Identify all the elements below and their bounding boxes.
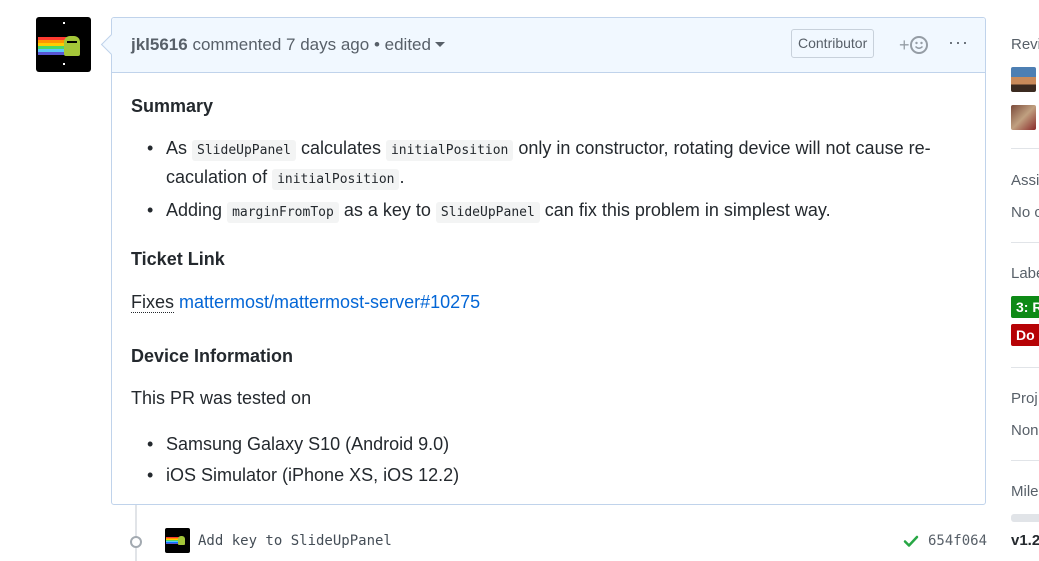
labels-section: Labe bbox=[1011, 265, 1039, 282]
plus-label: + bbox=[899, 35, 910, 55]
comment-box: jkl5616 commented 7 days ago • edited Co… bbox=[111, 17, 986, 505]
divider bbox=[1011, 148, 1039, 149]
inline-code: initialPosition bbox=[272, 169, 400, 190]
inline-code: initialPosition bbox=[385, 140, 514, 161]
labels-heading[interactable]: Labe bbox=[1011, 265, 1039, 282]
text: caculation of bbox=[166, 167, 273, 187]
label-badge[interactable]: 3: R bbox=[1011, 296, 1039, 318]
author-link[interactable]: jkl5616 bbox=[131, 35, 188, 54]
smiley-icon bbox=[909, 36, 928, 54]
ticket-heading: Ticket Link bbox=[131, 249, 225, 269]
avatar-star bbox=[63, 63, 65, 65]
commit-icon bbox=[130, 536, 142, 548]
list-item: As SlideUpPanel calculates initialPositi… bbox=[131, 135, 931, 193]
divider bbox=[1011, 242, 1039, 243]
issue-link[interactable]: mattermost/mattermost-server#10275 bbox=[179, 292, 480, 312]
edited-label: edited bbox=[384, 35, 431, 54]
reviewers-section: Revi bbox=[1011, 36, 1039, 53]
comment-header: jkl5616 commented 7 days ago • edited Co… bbox=[112, 18, 985, 73]
check-icon[interactable] bbox=[903, 533, 919, 549]
assignees-section: Assi No c bbox=[1011, 172, 1039, 221]
avatar-android bbox=[64, 36, 80, 56]
milestone-link[interactable]: v1.2 bbox=[1011, 532, 1039, 549]
avatar-android bbox=[178, 536, 185, 545]
text: Adding bbox=[166, 200, 228, 220]
inline-code: SlideUpPanel bbox=[435, 202, 540, 223]
comment-time[interactable]: 7 days ago bbox=[286, 35, 369, 54]
more-options-button[interactable]: ··· bbox=[948, 32, 969, 53]
reviewers-heading[interactable]: Revi bbox=[1011, 36, 1039, 53]
inline-code: marginFromTop bbox=[227, 202, 339, 223]
text: only in constructor, rotating device wil… bbox=[513, 138, 931, 158]
reviewer-avatar[interactable] bbox=[1011, 105, 1036, 130]
avatar-star bbox=[63, 22, 65, 24]
tested-on-text: This PR was tested on bbox=[131, 388, 312, 408]
comment-action: commented bbox=[192, 35, 282, 54]
list-item: Samsung Galaxy S10 (Android 9.0) bbox=[131, 431, 459, 457]
divider bbox=[1011, 460, 1039, 461]
add-reaction-button[interactable]: + bbox=[899, 35, 928, 55]
inline-code: SlideUpPanel bbox=[192, 140, 296, 161]
list-item: iOS Simulator (iPhone XS, iOS 12.2) bbox=[131, 462, 459, 488]
fixes-keyword[interactable]: Fixes bbox=[131, 292, 175, 313]
author-avatar[interactable] bbox=[36, 17, 91, 72]
list-item: Adding marginFromTop as a key to SlideUp… bbox=[131, 197, 931, 226]
timeline-line bbox=[135, 505, 137, 561]
projects-value: Non bbox=[1011, 422, 1039, 439]
text: calculates bbox=[295, 138, 386, 158]
milestone-section: Mile bbox=[1011, 483, 1039, 500]
meta-separator: • bbox=[373, 35, 380, 54]
projects-heading[interactable]: Proj bbox=[1011, 390, 1039, 407]
summary-heading: Summary bbox=[131, 96, 214, 116]
device-heading: Device Information bbox=[131, 346, 294, 366]
caret-down-icon bbox=[434, 42, 445, 47]
summary-list: As SlideUpPanel calculates initialPositi… bbox=[131, 135, 931, 226]
commit-sha-link[interactable]: 654f064 bbox=[928, 533, 987, 549]
contributor-badge: Contributor bbox=[791, 29, 875, 58]
assignees-value: No c bbox=[1011, 204, 1039, 221]
projects-section: Proj Non bbox=[1011, 390, 1039, 439]
text: . bbox=[399, 167, 405, 187]
sidebar: Revi Assi No c Labe 3: R Do Proj Non Mil… bbox=[1011, 0, 1039, 561]
commit-author-avatar[interactable] bbox=[165, 528, 190, 553]
text: can fix this problem in simplest way. bbox=[539, 200, 831, 220]
milestone-heading[interactable]: Mile bbox=[1011, 483, 1039, 500]
edited-dropdown[interactable]: edited bbox=[385, 35, 445, 54]
label-badge[interactable]: Do bbox=[1011, 324, 1039, 346]
milestone-progress-bar bbox=[1011, 514, 1039, 522]
fixes-paragraph: Fixes mattermost/mattermost-server#10275 bbox=[131, 289, 480, 315]
assignees-heading[interactable]: Assi bbox=[1011, 172, 1039, 189]
commit-message-link[interactable]: Add key to SlideUpPanel bbox=[198, 533, 392, 549]
comment-meta: jkl5616 commented 7 days ago • edited bbox=[131, 35, 445, 55]
divider bbox=[1011, 367, 1039, 368]
device-list: Samsung Galaxy S10 (Android 9.0) iOS Sim… bbox=[131, 431, 459, 488]
text: as a key to bbox=[338, 200, 436, 220]
reviewer-avatar[interactable] bbox=[1011, 67, 1036, 92]
text: As bbox=[166, 138, 193, 158]
